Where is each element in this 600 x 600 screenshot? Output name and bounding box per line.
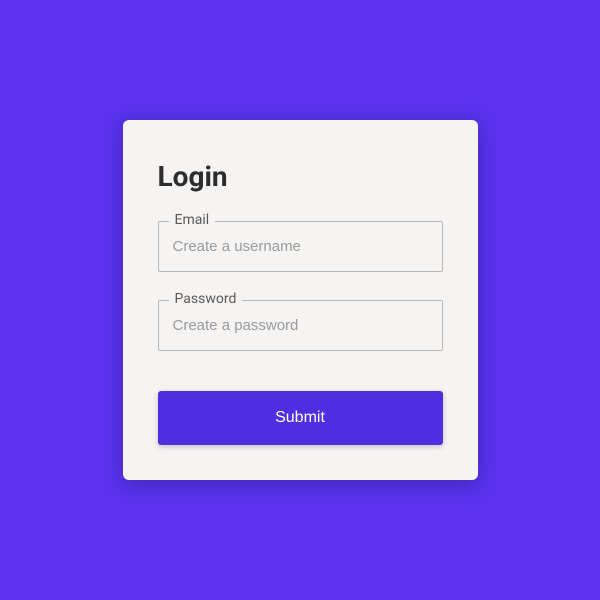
- password-label: Password: [169, 291, 243, 307]
- email-field[interactable]: [159, 222, 442, 271]
- login-card: Login Email Password Submit: [123, 120, 478, 480]
- submit-button[interactable]: Submit: [158, 391, 443, 445]
- email-label: Email: [169, 212, 216, 228]
- page-title: Login: [158, 160, 443, 193]
- email-field-wrapper: Email: [158, 221, 443, 272]
- password-field-wrapper: Password: [158, 300, 443, 351]
- password-field[interactable]: [159, 301, 442, 350]
